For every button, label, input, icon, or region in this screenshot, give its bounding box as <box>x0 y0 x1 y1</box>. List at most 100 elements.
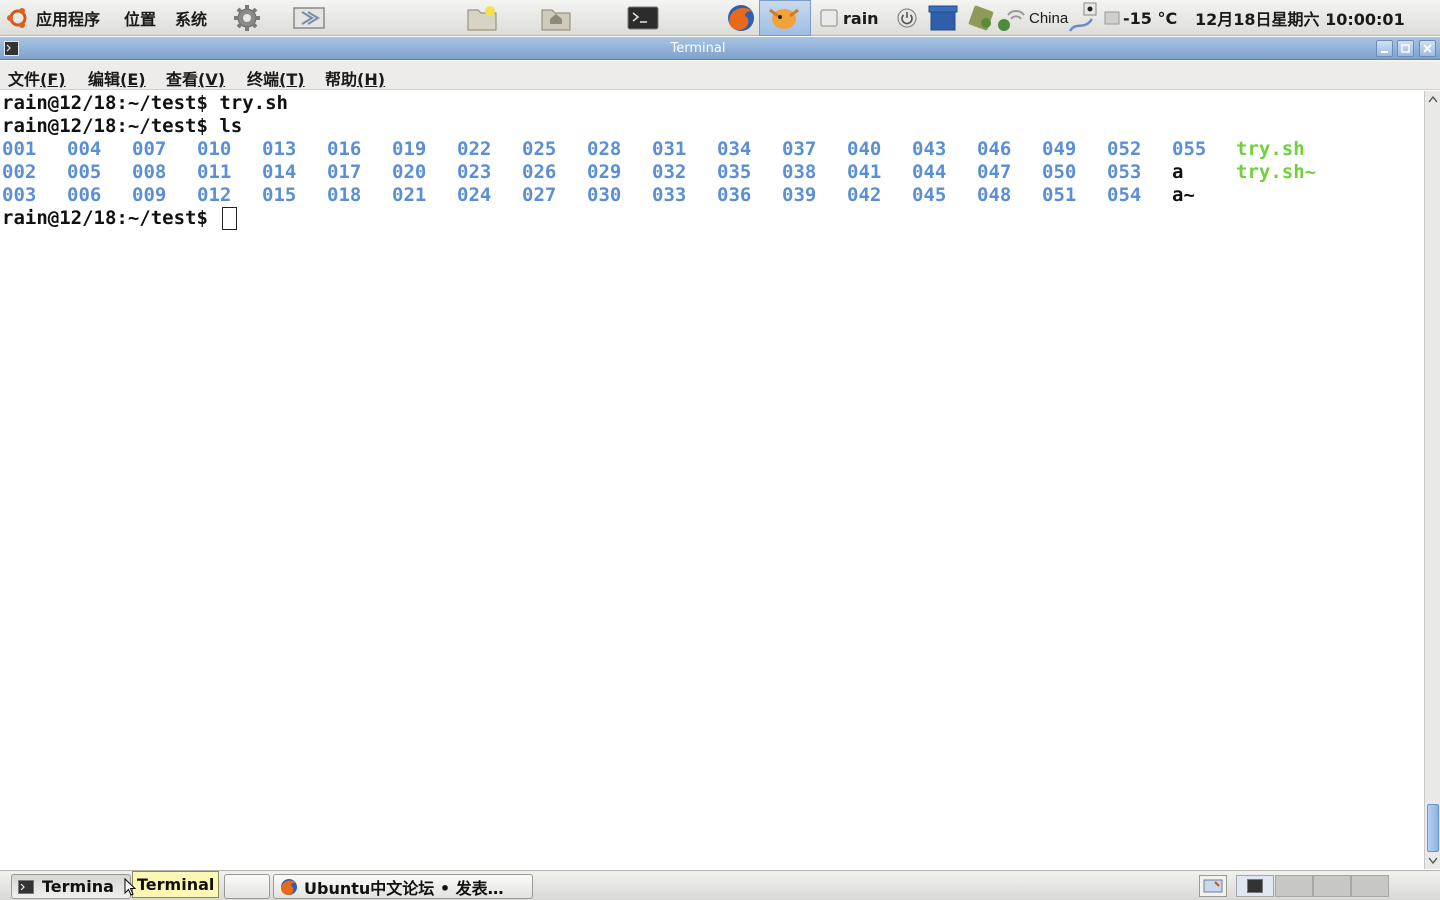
ls-entry: 042 <box>847 184 882 206</box>
ls-entry: 013 <box>262 138 297 160</box>
ls-entry: 028 <box>587 138 622 160</box>
remote-desktop-icon[interactable] <box>292 0 326 36</box>
gear-icon[interactable] <box>231 0 263 36</box>
top-panel: 应用程序 位置 系统 rain China -15 °C 12月18日星期六 1… <box>0 0 1440 36</box>
terminal-line: rain@12/18:~/test$ ls <box>2 115 243 137</box>
ls-entry: 048 <box>977 184 1012 206</box>
terminal-icon <box>1247 879 1263 893</box>
trash-icon[interactable] <box>927 0 959 36</box>
workspace-3[interactable] <box>1313 875 1351 897</box>
ubuntu-logo-icon[interactable] <box>6 0 30 36</box>
ls-entry: 035 <box>717 161 752 183</box>
new-folder-icon[interactable] <box>466 0 498 36</box>
show-desktop-button[interactable] <box>1199 875 1227 897</box>
keyboard-layout-indicator[interactable]: China <box>1029 0 1068 36</box>
ls-entry: 006 <box>67 184 102 206</box>
network-cable-icon[interactable] <box>1066 0 1100 36</box>
menu-view-label: 查看 <box>166 70 199 89</box>
ls-entry: 039 <box>782 184 817 206</box>
menu-view[interactable]: 查看(V) <box>166 66 225 90</box>
workspace-2[interactable] <box>1275 875 1313 897</box>
mouse-pointer-icon <box>124 877 137 900</box>
power-icon[interactable] <box>896 0 918 36</box>
ls-entry: 016 <box>327 138 362 160</box>
menu-help-mnemonic: (H) <box>357 70 386 89</box>
ls-entry: 045 <box>912 184 947 206</box>
menu-help[interactable]: 帮助(H) <box>325 66 385 90</box>
menu-edit-label: 编辑 <box>88 70 121 89</box>
ls-entry: 003 <box>2 184 37 206</box>
window-title: Terminal <box>670 41 726 56</box>
ls-entry: 040 <box>847 138 882 160</box>
minimize-icon <box>1381 51 1388 53</box>
firefox-icon[interactable] <box>725 0 757 36</box>
ls-entry: 053 <box>1107 161 1142 183</box>
ls-entry: try.sh~ <box>1236 161 1317 183</box>
ls-entry: 046 <box>977 138 1012 160</box>
ls-entry: 022 <box>457 138 492 160</box>
ls-entry: 034 <box>717 138 752 160</box>
user-status-checkbox-icon[interactable] <box>820 0 838 36</box>
taskbar-item-label: Ubuntu中文论坛 • 发表… <box>304 878 504 898</box>
ls-entry: 007 <box>132 138 167 160</box>
menu-file-label: 文件 <box>8 70 41 89</box>
ls-entry: 033 <box>652 184 687 206</box>
home-folder-icon[interactable] <box>540 0 572 36</box>
weather-temperature[interactable]: -15 °C <box>1123 0 1177 36</box>
firefox-icon <box>281 878 297 895</box>
network-icon[interactable] <box>996 0 1028 36</box>
terminal-launcher-icon[interactable] <box>627 0 659 36</box>
menu-terminal-mnemonic: (T) <box>279 70 305 89</box>
ls-entry: 004 <box>67 138 102 160</box>
pidgin-icon[interactable] <box>759 0 811 36</box>
ls-entry: 005 <box>67 161 102 183</box>
places-menu[interactable]: 位置 <box>124 0 156 36</box>
ls-entry: 027 <box>522 184 557 206</box>
ls-row: 002 005 008 011 014 017 020 023 026 029 032 035 038 0… <box>0 161 1424 184</box>
ls-entry: 025 <box>522 138 557 160</box>
ls-entry: 018 <box>327 184 362 206</box>
ls-entry: 009 <box>132 184 167 206</box>
weather-icon[interactable] <box>1104 0 1120 36</box>
menu-edit-mnemonic: (E) <box>120 70 146 89</box>
terminal-scrollbar[interactable] <box>1424 91 1440 869</box>
system-menu[interactable]: 系统 <box>175 0 207 36</box>
taskbar-item-terminal[interactable]: Termina <box>11 874 131 899</box>
ls-row: 001 004 007 010 013 016 019 022 025 028 031 034 037 0… <box>0 138 1424 161</box>
maximize-button[interactable] <box>1397 40 1414 57</box>
ls-entry: try.sh <box>1236 138 1305 160</box>
workspace-1[interactable] <box>1236 875 1274 897</box>
ls-entry: 008 <box>132 161 167 183</box>
close-button[interactable] <box>1419 40 1436 57</box>
ls-entry: 014 <box>262 161 297 183</box>
taskbar-item-firefox[interactable]: Ubuntu中文论坛 • 发表… <box>273 874 533 899</box>
ls-entry: 024 <box>457 184 492 206</box>
minimize-button[interactable] <box>1376 40 1393 57</box>
ls-entry: 012 <box>197 184 232 206</box>
ls-entry: 021 <box>392 184 427 206</box>
ls-entry: 030 <box>587 184 622 206</box>
update-notifier-icon[interactable] <box>968 0 994 36</box>
window-titlebar[interactable]: Terminal <box>0 37 1440 60</box>
ls-entry: a~ <box>1172 184 1195 206</box>
menu-file[interactable]: 文件(F) <box>8 66 66 90</box>
show-desktop-icon <box>1203 879 1223 893</box>
menu-terminal[interactable]: 终端(T) <box>247 66 305 90</box>
applications-menu[interactable]: 应用程序 <box>36 0 100 36</box>
user-name[interactable]: rain <box>843 0 879 36</box>
scrollbar-thumb[interactable] <box>1427 804 1439 852</box>
ls-row: 003 006 009 012 015 018 021 024 027 030 033 036 039 0… <box>0 184 1424 207</box>
terminal-cursor <box>222 207 238 230</box>
ls-entry: 023 <box>457 161 492 183</box>
ls-entry: 017 <box>327 161 362 183</box>
terminal-output[interactable]: rain@12/18:~/test$ try.sh rain@12/18:~/t… <box>0 91 1424 869</box>
taskbar-item-blank[interactable] <box>224 874 270 899</box>
workspace-4[interactable] <box>1351 875 1389 897</box>
ls-entry: 041 <box>847 161 882 183</box>
close-icon <box>1423 44 1432 53</box>
ls-entry: 044 <box>912 161 947 183</box>
scroll-down-arrow-icon[interactable] <box>1426 854 1440 868</box>
scroll-up-arrow-icon[interactable] <box>1426 92 1440 106</box>
menu-edit[interactable]: 编辑(E) <box>88 66 146 90</box>
clock[interactable]: 12月18日星期六 10:00:01 <box>1195 0 1405 36</box>
